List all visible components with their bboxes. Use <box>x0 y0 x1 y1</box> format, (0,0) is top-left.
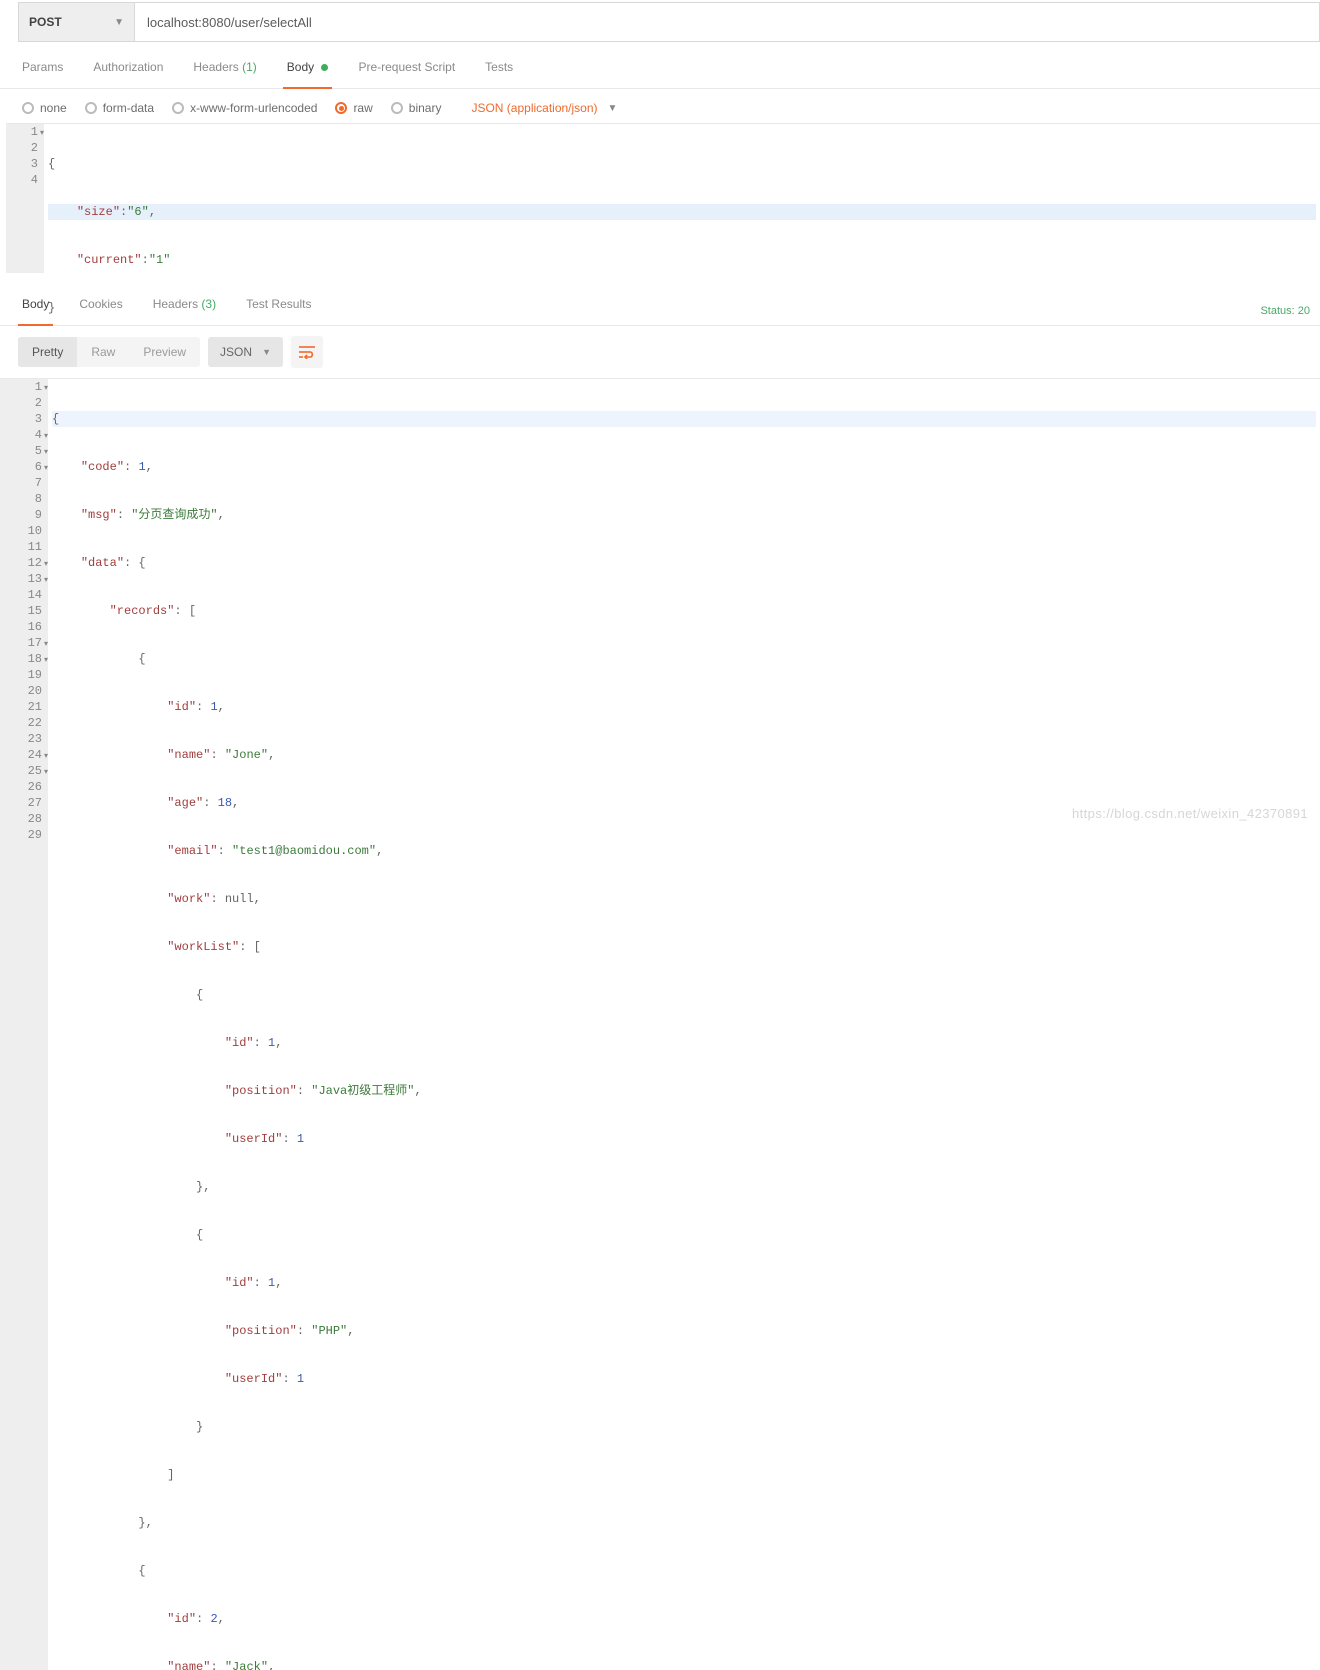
gutter: 1▾234▾5▾6▾789101112▾13▾14151617▾18▾19202… <box>0 379 48 1670</box>
chevron-down-icon: ▼ <box>114 17 124 28</box>
resp-tab-test-results[interactable]: Test Results <box>242 297 315 325</box>
content-type-label: JSON (application/json) <box>471 101 597 115</box>
status-label: Status: <box>1260 305 1294 317</box>
http-method-select[interactable]: POST ▼ <box>19 3 135 41</box>
status-display: Status: 20 <box>1260 305 1310 317</box>
view-pretty[interactable]: Pretty <box>18 337 77 367</box>
resp-headers-count: (3) <box>201 297 216 311</box>
tab-authorization[interactable]: Authorization <box>89 60 167 88</box>
resp-tab-cookies[interactable]: Cookies <box>75 297 126 325</box>
view-raw[interactable]: Raw <box>77 337 129 367</box>
radio-form-data[interactable]: form-data <box>85 101 154 115</box>
status-code: 20 <box>1298 305 1310 317</box>
tab-headers-label: Headers <box>193 60 238 74</box>
radio-on-icon <box>335 102 347 114</box>
tab-prerequest[interactable]: Pre-request Script <box>354 60 459 88</box>
response-tabs: Body Cookies Headers (3) Test Results <box>18 297 315 325</box>
headers-count: (1) <box>242 60 257 74</box>
radio-x-www-form[interactable]: x-www-form-urlencoded <box>172 101 317 115</box>
chevron-down-icon: ▼ <box>262 347 271 357</box>
body-indicator-dot <box>321 64 328 71</box>
wrap-lines-button[interactable] <box>291 336 323 368</box>
method-label: POST <box>29 15 62 29</box>
view-preview[interactable]: Preview <box>129 337 200 367</box>
format-select[interactable]: JSON ▼ <box>208 337 283 367</box>
tab-headers[interactable]: Headers (1) <box>189 60 260 88</box>
format-label: JSON <box>220 345 252 359</box>
radio-none[interactable]: none <box>22 101 67 115</box>
resp-tab-body[interactable]: Body <box>18 297 53 325</box>
chevron-down-icon: ▼ <box>608 103 618 114</box>
radio-icon <box>85 102 97 114</box>
radio-binary[interactable]: binary <box>391 101 442 115</box>
tab-params[interactable]: Params <box>18 60 67 88</box>
request-body-editor[interactable]: 1▾ 2 3 4 { "size":"6", "current":"1" } <box>6 123 1320 273</box>
request-tabs: Params Authorization Headers (1) Body Pr… <box>0 42 1320 89</box>
wrap-icon <box>298 345 316 359</box>
radio-icon <box>172 102 184 114</box>
url-input[interactable] <box>135 3 1319 41</box>
code-area[interactable]: { "code": 1, "msg": "分页查询成功", "data": { … <box>48 379 1320 1670</box>
tab-body-label: Body <box>287 60 314 74</box>
tab-tests[interactable]: Tests <box>481 60 517 88</box>
code-area[interactable]: { "size":"6", "current":"1" } <box>44 124 1320 273</box>
radio-icon <box>391 102 403 114</box>
content-type-select[interactable]: JSON (application/json) ▼ <box>471 101 617 115</box>
resp-tab-headers[interactable]: Headers (3) <box>149 297 220 325</box>
radio-icon <box>22 102 34 114</box>
gutter: 1▾ 2 3 4 <box>6 124 44 273</box>
fold-icon[interactable]: ▾ <box>40 126 44 142</box>
response-body-editor[interactable]: 1▾234▾5▾6▾789101112▾13▾14151617▾18▾19202… <box>0 378 1320 1670</box>
request-url-bar: POST ▼ <box>18 2 1320 42</box>
tab-body[interactable]: Body <box>283 60 333 88</box>
body-type-row: none form-data x-www-form-urlencoded raw… <box>0 89 1320 123</box>
view-mode-group: Pretty Raw Preview <box>18 337 200 367</box>
resp-headers-label: Headers <box>153 297 198 311</box>
radio-raw[interactable]: raw <box>335 101 372 115</box>
